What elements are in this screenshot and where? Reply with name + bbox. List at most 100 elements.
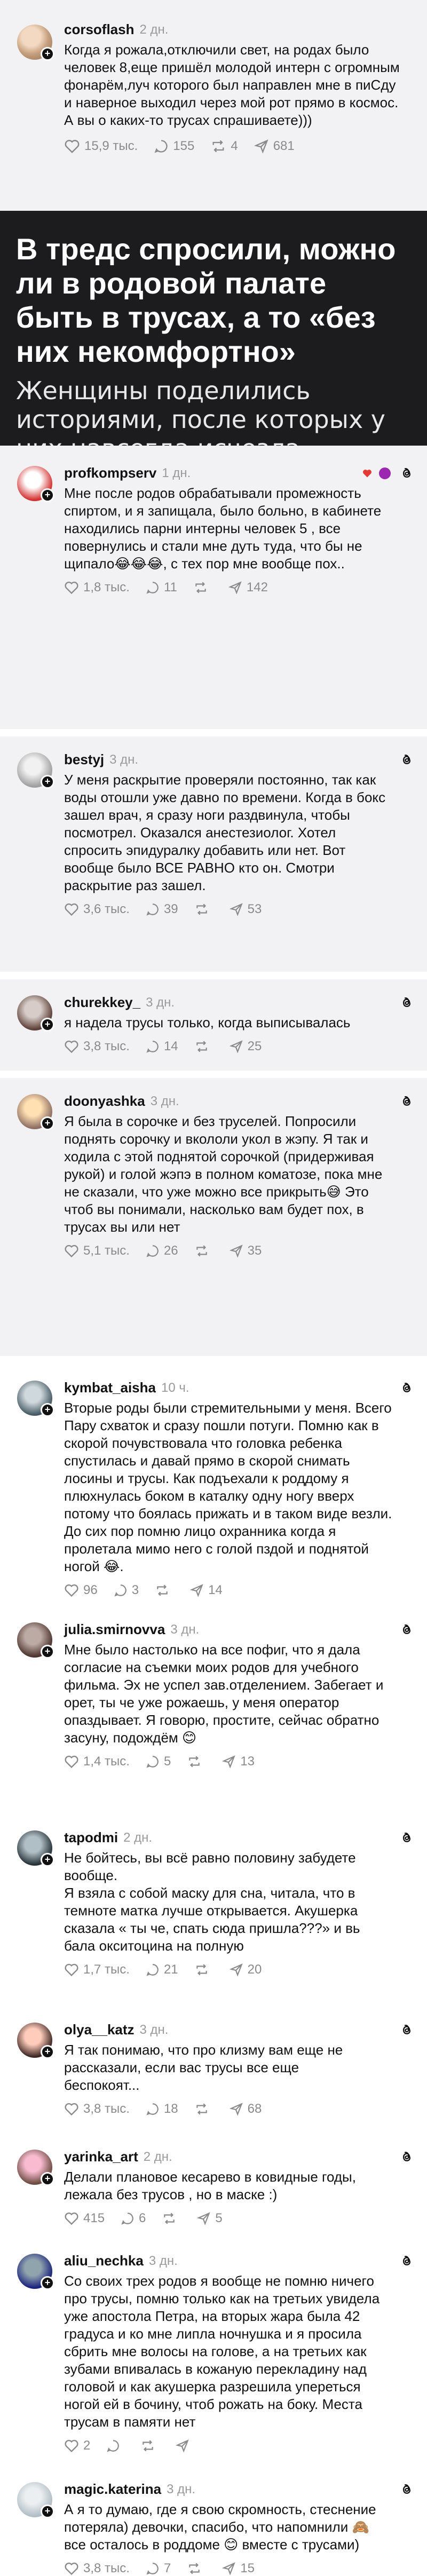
post: + churekkey_ 3 дн. я надела трусы только…	[0, 979, 427, 1078]
threads-logo-icon[interactable]	[399, 2023, 414, 2038]
like-button[interactable]: 1,8 тыс.	[64, 580, 130, 595]
repost-button[interactable]	[187, 2562, 206, 2575]
share-button[interactable]: 142	[228, 580, 268, 595]
threads-logo-icon[interactable]	[399, 2254, 414, 2269]
share-button[interactable]: 20	[229, 1962, 262, 1977]
share-button[interactable]: 25	[229, 1039, 262, 1054]
share-button[interactable]	[176, 2439, 194, 2453]
threads-logo-icon[interactable]	[399, 1622, 414, 1637]
follow-plus-icon[interactable]: +	[41, 1116, 54, 1130]
follow-plus-icon[interactable]: +	[41, 2045, 54, 2059]
repost-button[interactable]	[193, 581, 212, 595]
avatar-column: +	[13, 1621, 64, 1814]
like-button[interactable]: 2	[64, 2438, 90, 2453]
share-button[interactable]: 35	[229, 1243, 262, 1258]
like-button[interactable]: 96	[64, 1583, 98, 1598]
like-button[interactable]: 3,6 тыс.	[64, 902, 130, 917]
share-count: 5	[215, 2211, 223, 2225]
username[interactable]: julia.smirnovva	[64, 1621, 165, 1638]
share-button[interactable]: 68	[229, 2102, 262, 2117]
username[interactable]: bestyj	[64, 751, 104, 768]
reply-button[interactable]: 11	[146, 580, 177, 595]
share-button[interactable]: 5	[197, 2211, 223, 2226]
share-button[interactable]: 15	[222, 2561, 255, 2576]
post: + magic.katerina 3 дн. А я то думаю, где…	[0, 2468, 427, 2575]
reply-button[interactable]: 18	[146, 2102, 178, 2117]
reply-button[interactable]: 5	[146, 1754, 171, 1769]
reply-button[interactable]: 21	[146, 1962, 178, 1977]
reply-button[interactable]: 3	[114, 1583, 139, 1598]
username[interactable]: kymbat_aisha	[64, 1380, 156, 1396]
reply-button[interactable]: 14	[146, 1039, 178, 1054]
follow-plus-icon[interactable]: +	[41, 1403, 54, 1417]
post-actions: 415 6 5	[64, 2211, 414, 2226]
share-button[interactable]: 13	[222, 1754, 255, 1769]
heart-icon	[65, 581, 78, 595]
post-time: 3 дн.	[139, 2022, 169, 2037]
follow-plus-icon[interactable]: +	[41, 2172, 54, 2186]
like-button[interactable]: 1,7 тыс.	[64, 1962, 130, 1977]
repost-button[interactable]	[194, 902, 213, 916]
comment-icon	[146, 582, 159, 594]
threads-logo-icon[interactable]	[399, 1830, 414, 1845]
post: + tapodmi 2 дн. Не бойтесь, вы всё равно…	[0, 1814, 427, 2007]
repost-button[interactable]	[140, 2439, 160, 2453]
like-button[interactable]: 3,8 тыс.	[64, 2561, 130, 2576]
post-actions: 5,1 тыс. 26 35	[64, 1243, 414, 1258]
follow-plus-icon[interactable]: +	[41, 1645, 54, 1659]
like-button[interactable]: 15,9 тыс.	[64, 139, 138, 154]
repost-button[interactable]	[194, 2102, 213, 2116]
like-button[interactable]: 1,4 тыс.	[64, 1754, 130, 1769]
threads-logo-icon[interactable]	[399, 2482, 414, 2497]
username[interactable]: olya__katz	[64, 2022, 135, 2038]
repost-button[interactable]	[155, 1583, 174, 1597]
share-count: 25	[247, 1039, 262, 1053]
reply-button[interactable]: 155	[154, 139, 194, 154]
repost-icon	[196, 2103, 207, 2115]
avatar-mini	[379, 467, 391, 479]
follow-plus-icon[interactable]: +	[41, 488, 54, 502]
like-button[interactable]: 5,1 тыс.	[64, 1243, 130, 1258]
follow-plus-icon[interactable]: +	[41, 47, 54, 61]
follow-plus-icon[interactable]: +	[41, 1853, 54, 1867]
threads-logo-icon[interactable]	[399, 1094, 414, 1109]
follow-plus-icon[interactable]: +	[41, 2276, 54, 2290]
repost-button[interactable]	[194, 1244, 213, 1258]
repost-button[interactable]	[187, 1755, 206, 1769]
reply-button[interactable]: 6	[121, 2211, 146, 2226]
repost-button[interactable]: 4	[210, 139, 238, 154]
repost-button[interactable]	[162, 2212, 181, 2225]
header-right	[399, 2023, 414, 2038]
repost-button[interactable]	[194, 1963, 213, 1977]
share-button[interactable]: 681	[254, 139, 295, 154]
reply-button[interactable]: 26	[146, 1243, 178, 1258]
threads-logo-icon[interactable]	[399, 2150, 414, 2165]
reply-button[interactable]: 39	[146, 902, 178, 917]
like-button[interactable]: 3,8 тыс.	[64, 1039, 130, 1054]
like-button[interactable]: 415	[64, 2211, 105, 2226]
share-button[interactable]: 14	[190, 1583, 223, 1598]
threads-logo-icon[interactable]	[399, 466, 414, 481]
threads-logo-icon[interactable]	[399, 1381, 414, 1396]
username[interactable]: yarinka_art	[64, 2149, 138, 2165]
share-icon	[176, 2439, 189, 2453]
follow-plus-icon[interactable]: +	[41, 2504, 54, 2518]
follow-plus-icon[interactable]: +	[41, 1018, 54, 1032]
threads-logo-icon[interactable]	[399, 995, 414, 1010]
header-right	[399, 752, 414, 767]
threads-logo-icon[interactable]	[399, 752, 414, 767]
username[interactable]: churekkey_	[64, 994, 140, 1011]
share-button[interactable]: 53	[229, 902, 262, 917]
reply-button[interactable]: 7	[146, 2561, 171, 2576]
username[interactable]: doonyashka	[64, 1093, 145, 1109]
username[interactable]: corsoflash	[64, 21, 135, 38]
avatar-column: +	[13, 21, 64, 211]
repost-button[interactable]	[194, 1040, 213, 1053]
like-button[interactable]: 3,8 тыс.	[64, 2102, 130, 2117]
username[interactable]: tapodmi	[64, 1829, 118, 1846]
username[interactable]: profkompserv	[64, 465, 156, 481]
follow-plus-icon[interactable]: +	[41, 775, 54, 789]
reply-button[interactable]	[106, 2439, 124, 2453]
username[interactable]: aliu_nechka	[64, 2253, 144, 2269]
username[interactable]: magic.katerina	[64, 2481, 161, 2498]
